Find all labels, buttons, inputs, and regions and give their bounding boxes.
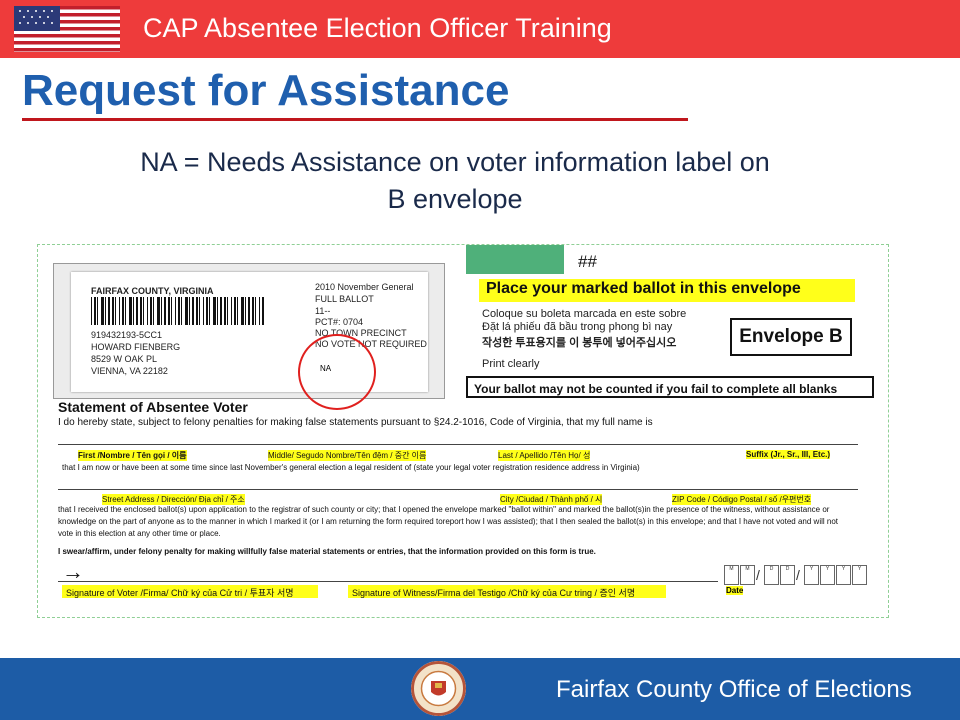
- date-year-box-2: Y: [820, 565, 835, 585]
- barcode-icon: [91, 297, 264, 325]
- resident-text: that I am now or have been at some time …: [62, 463, 640, 472]
- date-day-box-2: D: [780, 565, 795, 585]
- voter-signature-label: Signature of Voter /Firma/ Chữ ký của Cử…: [66, 588, 294, 598]
- county-seal-icon: [411, 661, 466, 716]
- slide-subtitle: NA = Needs Assistance on voter informati…: [60, 144, 850, 218]
- witness-signature-label: Signature of Witness/Firma del Testigo /…: [352, 588, 636, 598]
- label-pct: PCT#: 0704: [315, 317, 364, 327]
- statement-text: I do hereby state, subject to felony pen…: [58, 417, 653, 428]
- swear-statement: I swear/affirm, under felony penalty for…: [58, 547, 596, 556]
- date-year-box-1: Y: [804, 565, 819, 585]
- field-suffix: Suffix (Jr., Sr., III, Etc.): [746, 450, 831, 459]
- voter-information-label: FAIRFAX COUNTY, VIRGINIA 919432193-5CC1 …: [53, 263, 445, 399]
- date-day-box-1: D: [764, 565, 779, 585]
- instruction-korean: 작성한 투표용지를 이 봉투에 넣어주십시오: [482, 337, 677, 349]
- field-middle-name: Middle/ Segudo Nombre/Tên đệm / 중간 이름: [268, 450, 427, 461]
- label-county: FAIRFAX COUNTY, VIRGINIA: [91, 286, 214, 296]
- date-label: Date: [726, 586, 744, 595]
- date-month-box-2: M: [740, 565, 755, 585]
- top-banner: CAP Absentee Election Officer Training: [0, 0, 960, 58]
- slide-title: Request for Assistance: [22, 66, 510, 115]
- subtitle-line-1: NA = Needs Assistance on voter informati…: [140, 147, 770, 177]
- label-ballot: FULL BALLOT: [315, 294, 374, 304]
- label-voter-name: HOWARD FIENBERG: [91, 342, 181, 352]
- completion-warning: Your ballot may not be counted if you fa…: [466, 376, 874, 398]
- place-heading: Place your marked ballot in this envelop…: [486, 280, 801, 297]
- hash-mark: ##: [578, 252, 597, 271]
- instruction-vietnamese: Đặt lá phiếu đã bầu trong phong bì nay: [482, 321, 673, 333]
- date-slash-1: /: [756, 567, 760, 583]
- date-slash-2: /: [796, 567, 800, 583]
- field-last-name: Last / Apellido /Tên Họ/ 성: [498, 450, 591, 461]
- label-code: 11--: [315, 306, 331, 316]
- us-flag-icon: [14, 6, 120, 52]
- green-stripe: [466, 245, 564, 274]
- statement-title: Statement of Absentee Voter: [58, 399, 248, 415]
- instruction-spanish: Coloque su boleta marcada en este sobre: [482, 308, 687, 320]
- label-street: 8529 W OAK PL: [91, 354, 158, 364]
- envelope-b-image: FAIRFAX COUNTY, VIRGINIA 919432193-5CC1 …: [37, 244, 889, 618]
- field-first-name: First /Nombre / Tên gọi / 이름: [78, 450, 187, 461]
- label-city: VIENNA, VA 22182: [91, 366, 168, 376]
- date-month-box-1: M: [724, 565, 739, 585]
- na-highlight-circle: [298, 334, 376, 410]
- address-line: [58, 489, 858, 490]
- subtitle-line-2: B envelope: [387, 184, 523, 214]
- name-line: [58, 444, 858, 445]
- footer-text: Fairfax County Office of Elections: [556, 676, 912, 703]
- date-year-box-3: Y: [836, 565, 851, 585]
- envelope-b-label: Envelope B: [730, 318, 852, 356]
- banner-title: CAP Absentee Election Officer Training: [143, 13, 612, 43]
- label-voter-id: 919432193-5CC1: [91, 330, 163, 340]
- title-underline: [22, 118, 688, 121]
- date-year-box-4: Y: [852, 565, 867, 585]
- signature-line: [58, 581, 718, 582]
- label-election: 2010 November General: [315, 282, 414, 292]
- print-clearly: Print clearly: [482, 358, 540, 370]
- oath-paragraph: that I received the enclosed ballot(s) u…: [58, 505, 838, 538]
